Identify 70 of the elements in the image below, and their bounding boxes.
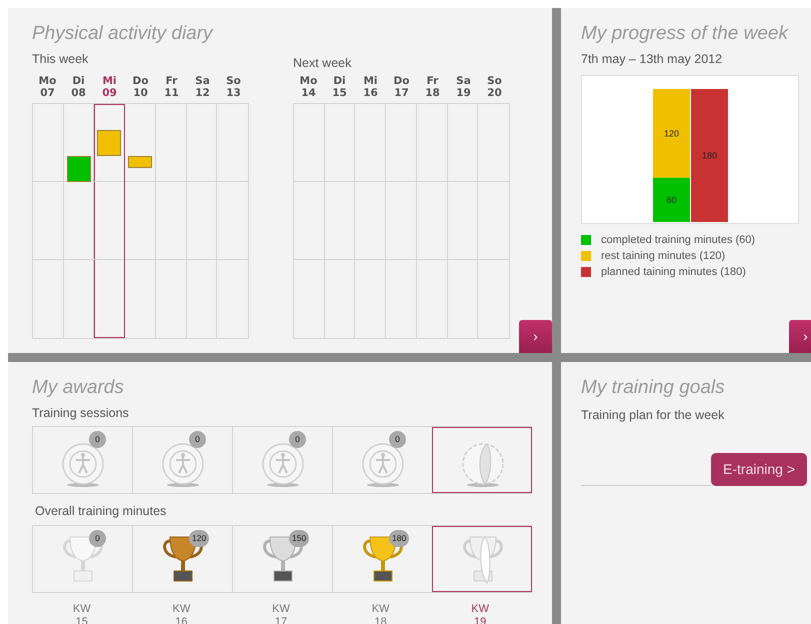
week-label: KW: [72, 602, 92, 616]
day-date: 16: [362, 86, 379, 99]
day-name: Mo: [38, 74, 58, 87]
panel-title: My awards: [32, 376, 125, 400]
day-date: 11: [163, 86, 180, 99]
next-button[interactable]: ›: [519, 320, 552, 353]
day-date: 10: [132, 86, 149, 99]
count-badge: 0: [189, 430, 206, 448]
count-badge: 0: [89, 430, 106, 448]
day-name: So: [225, 74, 242, 87]
day-date: 20: [486, 86, 503, 99]
day-date: 15: [331, 86, 348, 99]
row-label: Training sessions: [32, 405, 130, 422]
week-label: This week: [32, 51, 90, 68]
award-tile[interactable]: 180: [332, 526, 432, 592]
day-name: Mi: [362, 74, 379, 87]
count-badge: 0: [389, 430, 406, 448]
day-name: Sa: [194, 74, 211, 87]
day-date: 18: [424, 86, 441, 99]
day-date: 09: [101, 86, 118, 99]
week-label: KW: [370, 602, 390, 616]
day-name: Di: [71, 74, 86, 87]
legend-label: completed training minutes (60): [601, 232, 756, 248]
day-date: 13: [225, 86, 242, 99]
day-date: 08: [70, 86, 87, 99]
award-tile[interactable]: 150: [232, 526, 332, 592]
award-tile[interactable]: [432, 426, 532, 493]
day-date: 12: [194, 86, 211, 99]
day-name: Di: [332, 74, 347, 87]
plan-label: Training plan for the week: [581, 407, 726, 424]
day-name: Mo: [298, 74, 318, 87]
day-date: 14: [300, 86, 317, 99]
day-name: Do: [132, 74, 150, 87]
count-badge: 0: [289, 430, 306, 448]
day-date: 17: [393, 86, 410, 99]
day-name: Fr: [164, 74, 178, 87]
day-name: Mi: [101, 74, 118, 87]
date-range: 7th may – 13th may 2012: [581, 51, 724, 68]
next-button[interactable]: ›: [789, 320, 811, 353]
bar-value: 120: [664, 128, 680, 138]
week-label: KW: [470, 602, 490, 616]
award-tile[interactable]: 120: [132, 526, 232, 592]
bar-value: 60: [666, 194, 676, 205]
count-badge: 120: [189, 530, 210, 546]
week-label: Next week: [293, 55, 352, 72]
day-date: 19: [455, 86, 472, 99]
count-badge: 150: [289, 530, 310, 546]
panel-title: Physical activity diary: [32, 22, 214, 46]
count-badge: 0: [89, 530, 106, 546]
award-tile[interactable]: 0: [32, 426, 132, 493]
row-label: Overall training minutes: [35, 502, 168, 520]
legend-label: planned taining minutes (180): [601, 264, 746, 280]
count-badge: 180: [389, 530, 410, 546]
day-name: Do: [392, 74, 410, 87]
day-name: Fr: [426, 74, 440, 87]
award-tile[interactable]: 0: [332, 426, 432, 493]
award-tile[interactable]: 0: [32, 526, 132, 592]
bar-value: 180: [702, 150, 718, 160]
award-tile[interactable]: [432, 526, 532, 592]
week-label: KW: [172, 602, 192, 616]
panel-title: My training goals: [581, 376, 726, 400]
day-date: 07: [39, 86, 56, 99]
week-label: KW: [271, 602, 291, 616]
panel-title: My progress of the week: [581, 22, 789, 46]
e-training-button[interactable]: E-training >: [711, 452, 807, 486]
award-tile[interactable]: 0: [232, 426, 332, 493]
day-name: Sa: [455, 74, 472, 87]
day-name: So: [486, 74, 503, 87]
award-tile[interactable]: 0: [132, 426, 232, 493]
legend-label: rest taining minutes (120): [601, 248, 726, 264]
